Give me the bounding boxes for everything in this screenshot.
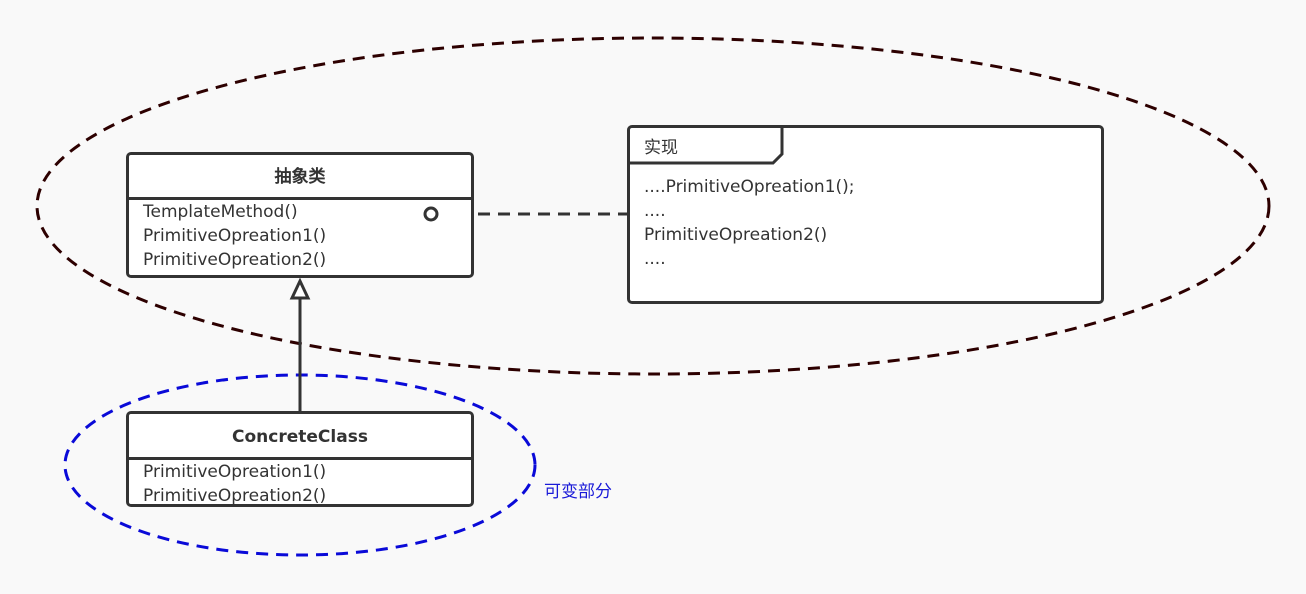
note-line: ....: [644, 249, 666, 269]
note-line: PrimitiveOpreation2(): [644, 225, 828, 245]
variable-part-label: 可变部分: [544, 482, 612, 502]
note-line: ....PrimitiveOpreation1();: [644, 177, 855, 197]
concrete-class-operations: PrimitiveOpreation1() PrimitiveOpreation…: [129, 460, 471, 508]
operation-primitive-2: PrimitiveOpreation2(): [143, 250, 327, 270]
operation-primitive-1: PrimitiveOpreation1(): [143, 226, 327, 246]
concrete-class-name: ConcreteClass: [129, 414, 471, 460]
abstract-class-name: 抽象类: [129, 155, 471, 200]
implementation-note[interactable]: 实现 ....PrimitiveOpreation1(); .... Primi…: [627, 125, 1104, 304]
operation-template-method: TemplateMethod(): [143, 202, 298, 222]
note-line: ....: [644, 201, 666, 221]
inheritance-arrowhead: [289, 277, 311, 300]
abstract-class-box[interactable]: 抽象类 TemplateMethod() PrimitiveOpreation1…: [126, 152, 474, 278]
note-frame-label: 实现: [644, 138, 678, 158]
concrete-class-box[interactable]: ConcreteClass PrimitiveOpreation1() Prim…: [126, 411, 474, 507]
note-body: ....PrimitiveOpreation1(); .... Primitiv…: [644, 175, 855, 271]
operation-primitive-1: PrimitiveOpreation1(): [143, 462, 327, 482]
operation-primitive-2: PrimitiveOpreation2(): [143, 486, 327, 506]
abstract-class-operations: TemplateMethod() PrimitiveOpreation1() P…: [129, 200, 471, 272]
